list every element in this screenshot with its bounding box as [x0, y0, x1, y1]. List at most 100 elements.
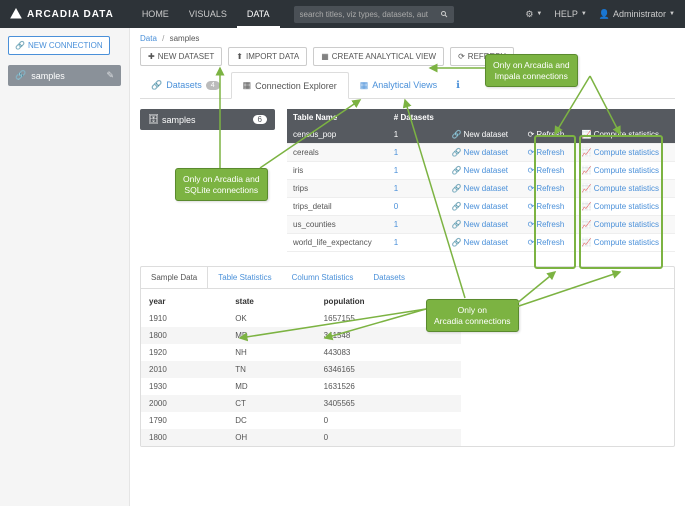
new-dataset-link[interactable]: 🔗 New dataset [452, 202, 508, 211]
plus-icon: ✚ [148, 52, 155, 61]
refresh-link[interactable]: ⟳ Refresh [528, 220, 565, 229]
caret-down-icon: ▼ [581, 11, 587, 17]
new-dataset-link[interactable]: 🔗 New dataset [452, 130, 508, 139]
help-menu[interactable]: HELP▼ [554, 9, 586, 19]
refresh-icon: ⟳ [528, 148, 535, 157]
tab-analytical-views[interactable]: ▦ Analytical Views [349, 73, 448, 98]
cell-state: MD [227, 378, 315, 395]
import-label: IMPORT DATA [246, 52, 299, 61]
brand-text: ARCADIA DATA [27, 9, 114, 20]
new-dataset-link[interactable]: 🔗 New dataset [452, 148, 508, 157]
refresh-icon: ⟳ [458, 52, 465, 61]
refresh-link[interactable]: ⟳ Refresh [528, 148, 565, 157]
table-row[interactable]: us_counties1 🔗 New dataset ⟳ Refresh 📈 Comp… [287, 216, 675, 234]
table-row[interactable]: trips1 🔗 New dataset ⟳ Refresh 📈 Compute st… [287, 180, 675, 198]
cell-state: NH [227, 344, 315, 361]
sidebar-item-samples[interactable]: 🔗 samples ✎ [8, 65, 121, 86]
table-row[interactable]: census_pop1🔗 New dataset⟳ Refresh📈 Compu… [287, 126, 675, 144]
new-connection-button[interactable]: 🔗 NEW CONNECTION [8, 36, 110, 55]
refresh-link[interactable]: ⟳ Refresh [528, 166, 565, 175]
cell-count: 1 [388, 126, 446, 144]
import-data-button[interactable]: ⬆IMPORT DATA [228, 47, 307, 66]
settings-menu[interactable]: ⚙▼ [525, 9, 542, 20]
breadcrumb: Data / samples [130, 28, 685, 47]
grid-icon: ▦ [243, 80, 252, 91]
table-row: 1920NH443083 [141, 344, 461, 361]
subtab-column-statistics[interactable]: Column Statistics [282, 267, 364, 288]
grid-icon: ▦ [360, 80, 369, 91]
cell-count: 1 [388, 144, 446, 162]
compute-stats-link[interactable]: 📈 Compute statistics [582, 166, 659, 175]
refresh-link[interactable]: ⟳ Refresh [528, 202, 565, 211]
compute-stats-link[interactable]: 📈 Compute statistics [582, 130, 659, 139]
search-icon [440, 10, 448, 18]
link-icon: 🔗 [15, 41, 25, 50]
cell-name: trips_detail [287, 198, 388, 216]
compute-stats-link[interactable]: 📈 Compute statistics [582, 238, 659, 247]
topbar-right: ⚙▼ HELP▼ 👤Administrator▼ [525, 9, 675, 20]
link-icon: 🔗 [452, 238, 462, 247]
refresh-link[interactable]: ⟳ Refresh [528, 184, 565, 193]
refresh-icon: ⟳ [528, 220, 535, 229]
nav-home[interactable]: HOME [132, 0, 179, 28]
table-row[interactable]: trips_detail0🔗 New dataset⟳ Refresh📈 Com… [287, 198, 675, 216]
refresh-link[interactable]: ⟳ Refresh [528, 130, 565, 139]
pencil-icon[interactable]: ✎ [106, 70, 114, 81]
col-datasets: # Datasets [388, 109, 446, 126]
link-icon: 🔗 [452, 148, 462, 157]
table-row: 1790DC0 [141, 412, 461, 429]
compute-stats-link[interactable]: 📈 Compute statistics [582, 220, 659, 229]
new-dataset-link[interactable]: 🔗 New dataset [452, 220, 508, 229]
tab-datasets[interactable]: 🔗 Datasets 4 [140, 73, 231, 98]
col-year: year [141, 293, 227, 310]
table-row: 1800MD341548 [141, 327, 461, 344]
toolbar: ✚NEW DATASET ⬆IMPORT DATA ▦CREATE ANALYT… [130, 47, 685, 72]
search-wrap [294, 6, 454, 23]
info-icon[interactable]: ℹ [456, 80, 460, 91]
cell-name: world_life_expectancy [287, 234, 388, 252]
tables-panel: Table Name # Datasets census_pop1🔗 New d… [287, 109, 675, 252]
chart-icon: 📈 [582, 220, 592, 229]
search-input[interactable] [294, 6, 434, 23]
table-row[interactable]: cereals1🔗 New dataset⟳ Refresh📈 Compute … [287, 144, 675, 162]
compute-stats-link[interactable]: 📈 Compute statistics [582, 184, 659, 193]
cell-population: 443083 [316, 344, 461, 361]
cell-count: 1 [388, 216, 446, 234]
search-button[interactable] [434, 6, 454, 23]
create-view-button[interactable]: ▦CREATE ANALYTICAL VIEW [313, 47, 444, 66]
cell-population: 1631526 [316, 378, 461, 395]
new-dataset-button[interactable]: ✚NEW DATASET [140, 47, 222, 66]
nav-data[interactable]: DATA [237, 0, 280, 28]
refresh-link[interactable]: ⟳ Refresh [528, 238, 565, 247]
cell-count: 1 [388, 180, 446, 198]
new-dataset-link[interactable]: 🔗 New dataset [452, 184, 508, 193]
table-row[interactable]: world_life_expectancy1🔗 New dataset⟳ Ref… [287, 234, 675, 252]
database-item-samples[interactable]: 🗄 samples 6 [140, 109, 275, 130]
sidebar: 🔗 NEW CONNECTION 🔗 samples ✎ [0, 28, 130, 506]
user-menu[interactable]: 👤Administrator▼ [599, 9, 675, 20]
cell-population: 0 [316, 412, 461, 429]
cell-name: trips [287, 180, 388, 198]
subtab-datasets[interactable]: Datasets [363, 267, 415, 288]
compute-stats-link[interactable]: 📈 Compute statistics [582, 148, 659, 157]
gear-icon: ⚙ [525, 9, 533, 20]
new-dataset-link[interactable]: 🔗 New dataset [452, 238, 508, 247]
breadcrumb-root[interactable]: Data [140, 34, 157, 43]
annotation-impala: Only on Arcadia and Impala connections [485, 54, 578, 87]
subtab-table-statistics[interactable]: Table Statistics [208, 267, 281, 288]
cell-population: 6346165 [316, 361, 461, 378]
cell-population: 3405565 [316, 395, 461, 412]
table-row[interactable]: iris1🔗 New dataset⟳ Refresh📈 Compute sta… [287, 162, 675, 180]
cell-year: 1910 [141, 310, 227, 327]
sample-data-table: year state population 1910OK16571551800M… [141, 293, 461, 446]
compute-stats-link[interactable]: 📈 Compute statistics [582, 202, 659, 211]
main-nav: HOME VISUALS DATA [132, 0, 280, 28]
cell-name: us_counties [287, 216, 388, 234]
chart-icon: 📈 [582, 184, 592, 193]
subtab-sample-data[interactable]: Sample Data [141, 267, 208, 288]
tab-connection-explorer[interactable]: ▦ Connection Explorer [231, 72, 349, 99]
new-dataset-link[interactable]: 🔗 New dataset [452, 166, 508, 175]
detail-tabs: Sample Data Table Statistics Column Stat… [141, 267, 674, 289]
cell-state: MD [227, 327, 315, 344]
nav-visuals[interactable]: VISUALS [179, 0, 237, 28]
